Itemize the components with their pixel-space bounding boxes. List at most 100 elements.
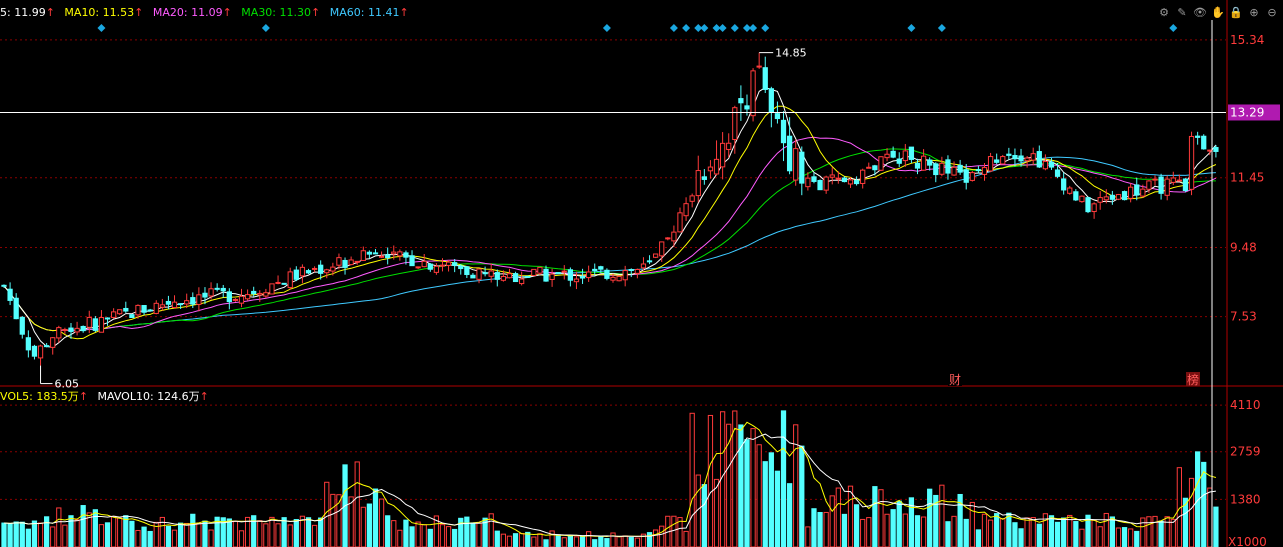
candle-body [555, 272, 561, 275]
eye-icon[interactable]: 👁 [1193, 6, 1207, 20]
event-markers [97, 24, 1178, 32]
volume-bar [421, 524, 427, 547]
volume-bar [403, 519, 409, 547]
volume-bar [945, 521, 951, 547]
zoom-in-icon[interactable]: ⊕ [1247, 6, 1261, 20]
volume-bar [896, 500, 902, 547]
volume-bar [969, 501, 975, 547]
candle-body [829, 174, 835, 178]
candle-body [872, 165, 878, 171]
volume-bar [823, 511, 829, 547]
volume-bar [74, 519, 80, 547]
volume-bar [616, 536, 622, 547]
candle-body [701, 176, 707, 180]
candle-body [117, 309, 123, 315]
volume-bar [853, 504, 860, 547]
candle-body [1188, 135, 1195, 190]
price-tick-label: 7.53 [1230, 310, 1257, 324]
ma60-legend: MA60: 11.41↑ [329, 6, 409, 19]
candle-body [506, 273, 513, 279]
candle-body [683, 203, 689, 217]
volume-bar [914, 515, 921, 547]
volume-bar [1061, 517, 1067, 547]
candle-body [244, 294, 251, 300]
candle-body [1103, 196, 1109, 201]
volume-bar [805, 526, 811, 547]
volume-bar [43, 516, 50, 547]
candle-body [793, 148, 799, 181]
hand-icon[interactable]: ✋ [1211, 6, 1225, 20]
candle-body [68, 327, 74, 332]
volume-bar [98, 524, 105, 547]
volume-bar [531, 536, 537, 547]
stock-chart[interactable]: 15.34 13.29 11.45 9.48 7.53 4110 2759 1380 X1000… [0, 0, 1283, 547]
volume-bar [622, 535, 628, 547]
zoom-out-icon[interactable]: ⊖ [1265, 6, 1279, 20]
candle-body [238, 295, 245, 304]
volume-bar [184, 522, 190, 547]
candle-body [220, 287, 226, 292]
volume-bar [1170, 518, 1176, 547]
candle-body [914, 162, 921, 169]
candle-body [604, 269, 610, 279]
candle-body [567, 269, 574, 281]
volume-bar [251, 515, 257, 547]
candle-body [1012, 155, 1018, 160]
volume-bar [7, 523, 13, 547]
volume-bar [1036, 523, 1042, 547]
candle-body [110, 311, 117, 318]
candle-body [579, 275, 586, 279]
volume-bar [592, 539, 598, 547]
volume-bar [305, 517, 312, 547]
y-axis: 15.34 13.29 11.45 9.48 7.53 4110 2759 1380 X1000 [1228, 33, 1280, 547]
ma5-legend: 5: 11.99↑ [0, 6, 55, 19]
volume-bar [494, 530, 500, 547]
volume-bar [519, 533, 525, 547]
volume-bar [311, 524, 318, 547]
volume-bar [951, 515, 957, 547]
volume-bar [786, 483, 793, 547]
volume-bar [987, 519, 994, 547]
volume-bar [318, 517, 324, 547]
event-marker-icon [749, 24, 758, 32]
candle-body [707, 166, 714, 172]
candle-body [452, 262, 458, 266]
volume-bar [1018, 528, 1024, 547]
volume-bar [80, 505, 86, 547]
volume-bar [537, 533, 543, 547]
candle-body [62, 328, 68, 331]
lock-icon[interactable]: 🔒 [1229, 6, 1243, 20]
candle-body [543, 268, 549, 282]
ma20-legend: MA20: 11.09↑ [152, 6, 232, 19]
volume-bar [427, 528, 433, 547]
volume-bar [1103, 512, 1109, 547]
candle-body [196, 294, 202, 305]
volume-bar [269, 516, 275, 547]
candle-body [768, 88, 774, 113]
candle-body [299, 266, 306, 277]
gear-icon[interactable]: ⚙ [1157, 6, 1171, 20]
volume-bar [1115, 527, 1122, 547]
volume-bar [586, 531, 592, 547]
candle-body [750, 70, 756, 117]
volume-bar [512, 533, 519, 547]
candle-body [640, 263, 647, 269]
candle-body [598, 266, 604, 270]
volume-bar [939, 484, 945, 547]
volume-bar [31, 520, 38, 547]
pen-icon[interactable]: ✎ [1175, 6, 1189, 20]
volume-bar [92, 509, 98, 547]
volume-bar [330, 493, 336, 547]
candle-body [464, 266, 470, 275]
volume-bar [1073, 521, 1079, 547]
low-price-label: 6.05 [55, 378, 80, 391]
volume-bar [927, 488, 933, 547]
candle-body [354, 260, 360, 263]
candle-body [1201, 135, 1207, 150]
candle-body [1176, 179, 1183, 182]
volume-bar [226, 518, 232, 547]
volume-tick-label: 4110 [1230, 398, 1261, 412]
candle-body [177, 303, 184, 306]
volume-bar [62, 524, 68, 547]
candle-body [902, 150, 908, 162]
